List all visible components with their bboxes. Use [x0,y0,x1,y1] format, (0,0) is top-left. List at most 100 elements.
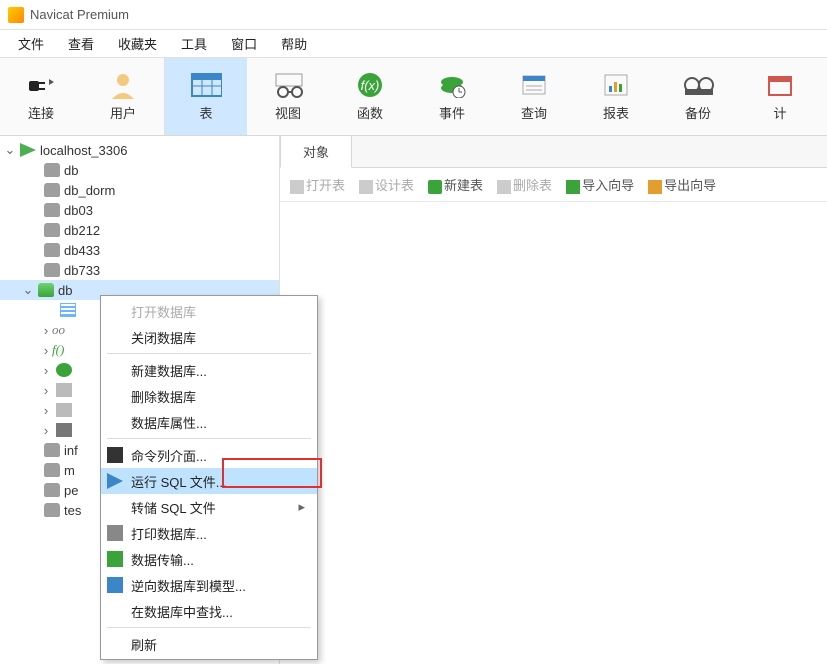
design-table-button[interactable]: 设计表 [359,175,414,194]
tape-icon [682,71,714,99]
backup-folder-icon [56,423,72,437]
db-label: inf [64,443,78,458]
toolbar-query[interactable]: 查询 [493,58,575,135]
tree-db[interactable]: db212 [0,220,279,240]
toolbar-event-label: 事件 [439,103,465,122]
clock-icon [436,71,468,99]
toolbar-table-label: 表 [199,103,212,122]
menu-file[interactable]: 文件 [6,30,56,57]
chevron-right-icon[interactable]: › [40,383,52,398]
toolbar-report-label: 报表 [603,103,629,122]
menu-bar: 文件 查看 收藏夹 工具 窗口 帮助 [0,30,827,58]
toolbar-view[interactable]: 视图 [247,58,329,135]
tab-objects[interactable]: 对象 [280,135,352,168]
tab-bar: 对象 [280,136,827,168]
delete-table-button[interactable]: 删除表 [497,175,552,194]
db-label: db733 [64,263,100,278]
chevron-right-icon[interactable]: › [40,403,52,418]
transfer-icon [107,551,123,567]
toolbar-backup-label: 备份 [685,103,711,122]
query-folder-icon [56,383,72,397]
tree-db[interactable]: db_dorm [0,180,279,200]
tree-db[interactable]: db733 [0,260,279,280]
design-icon [359,180,373,194]
app-icon [8,7,24,23]
import-wizard-button[interactable]: 导入向导 [566,175,634,194]
tree-db[interactable]: db433 [0,240,279,260]
ctx-new-db[interactable]: 新建数据库... [101,357,317,383]
db-label: db [64,163,78,178]
printer-icon [107,525,123,541]
fx-icon: f(x) [354,71,386,99]
ctx-data-transfer[interactable]: 数据传输... [101,546,317,572]
open-icon [290,180,304,194]
db-label: tes [64,503,81,518]
toolbar-query-label: 查询 [521,103,547,122]
ctx-close-db[interactable]: 关闭数据库 [101,324,317,350]
user-icon [107,71,139,99]
database-icon [44,163,60,177]
toolbar-backup[interactable]: 备份 [657,58,739,135]
toolbar: 连接 用户 表 视图 f(x) 函数 事件 查询 [0,58,827,136]
ctx-find-in-db[interactable]: 在数据库中查找... [101,598,317,624]
menu-help[interactable]: 帮助 [269,30,319,57]
submenu-arrow-icon: ▸ [298,499,305,515]
ctx-db-props[interactable]: 数据库属性... [101,409,317,435]
table-icon [190,71,222,99]
chevron-right-icon[interactable]: › [40,343,52,358]
menu-tools[interactable]: 工具 [169,30,219,57]
open-table-button[interactable]: 打开表 [290,175,345,194]
ctx-open-db: 打开数据库 [101,298,317,324]
ctx-delete-db[interactable]: 删除数据库 [101,383,317,409]
chevron-right-icon[interactable]: › [40,323,52,338]
menu-view[interactable]: 查看 [56,30,106,57]
export-wizard-button[interactable]: 导出向导 [648,175,716,194]
db-label: db212 [64,223,100,238]
db-label: db_dorm [64,183,115,198]
toolbar-event[interactable]: 事件 [411,58,493,135]
db-label: db [58,283,72,298]
toolbar-schedule-label: 计 [773,103,786,122]
chevron-down-icon[interactable]: ⌄ [4,142,16,158]
database-icon [44,463,60,477]
database-icon [44,223,60,237]
chevron-right-icon[interactable]: › [40,363,52,378]
database-icon [44,263,60,277]
app-title: Navicat Premium [30,7,129,22]
export-icon [648,180,662,194]
tree-db[interactable]: db [0,160,279,180]
menu-window[interactable]: 窗口 [219,30,269,57]
tree-connection[interactable]: ⌄ localhost_3306 [0,140,279,160]
db-label: db433 [64,243,100,258]
toolbar-report[interactable]: 报表 [575,58,657,135]
ctx-run-sql[interactable]: 运行 SQL 文件... [101,468,317,494]
model-icon [107,577,123,593]
database-icon [44,503,60,517]
ctx-dump-sql[interactable]: 转储 SQL 文件▸ [101,494,317,520]
database-icon [44,183,60,197]
db-label: pe [64,483,78,498]
toolbar-table[interactable]: 表 [165,58,247,135]
report-folder-icon [56,403,72,417]
toolbar-connect[interactable]: 连接 [0,58,82,135]
chevron-down-icon[interactable]: ⌄ [22,282,34,298]
glasses-icon [272,71,304,99]
toolbar-user[interactable]: 用户 [82,58,164,135]
ctx-cli[interactable]: 命令列介面... [101,442,317,468]
svg-text:f(x): f(x) [361,78,380,93]
toolbar-function[interactable]: f(x) 函数 [329,58,411,135]
tables-icon [60,303,76,317]
chevron-right-icon[interactable]: › [40,423,52,438]
import-icon [566,180,580,194]
ctx-refresh[interactable]: 刷新 [101,631,317,657]
database-icon [44,483,60,497]
database-icon [44,203,60,217]
ctx-print-db[interactable]: 打印数据库... [101,520,317,546]
ctx-reverse-model[interactable]: 逆向数据库到模型... [101,572,317,598]
tree-db[interactable]: db03 [0,200,279,220]
menu-favorites[interactable]: 收藏夹 [106,30,169,57]
new-table-button[interactable]: 新建表 [428,175,483,194]
connection-label: localhost_3306 [40,143,127,158]
minus-icon [497,180,511,194]
toolbar-schedule[interactable]: 计 [739,58,821,135]
